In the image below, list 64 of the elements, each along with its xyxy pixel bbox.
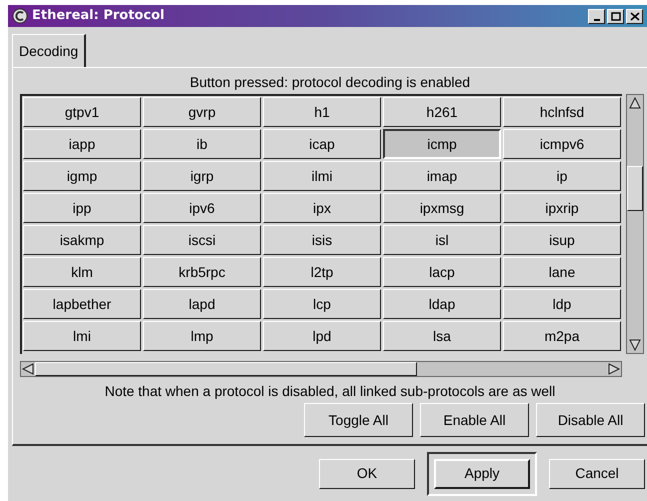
scroll-down-icon[interactable] [627, 337, 643, 353]
protocol-toggle[interactable]: gvrp [143, 97, 261, 127]
protocol-toggle[interactable]: gtpv1 [23, 97, 141, 127]
protocol-toggle[interactable]: lpd [263, 321, 381, 351]
protocol-toggle[interactable]: lmi [23, 321, 141, 351]
horizontal-scrollbar[interactable] [20, 361, 622, 377]
protocol-toggle[interactable]: igrp [143, 161, 261, 191]
protocol-toggle[interactable]: icmpv6 [503, 129, 621, 159]
scroll-thumb[interactable] [627, 166, 643, 211]
maximize-button[interactable] [607, 8, 624, 24]
protocol-toggle[interactable]: iapp [23, 129, 141, 159]
note-text: Note that when a protocol is disabled, all linked sub-protocols are as well [104, 382, 556, 400]
hint-text: Button pressed: protocol decoding is enabled [188, 73, 472, 91]
minimize-icon [594, 18, 600, 20]
protocol-toggle[interactable]: lcp [263, 289, 381, 319]
protocol-toggle[interactable]: imap [383, 161, 501, 191]
tab[interactable]: Decoding [12, 34, 86, 67]
protocol-toggle[interactable]: ib [143, 129, 261, 159]
protocol-toggle[interactable]: isl [383, 225, 501, 255]
close-icon [630, 12, 640, 20]
protocol-toggle[interactable]: lapbether [23, 289, 141, 319]
action-button[interactable]: Enable All [420, 403, 529, 437]
protocol-toggle[interactable]: ldap [383, 289, 501, 319]
protocol-toggle[interactable]: krb5rpc [143, 257, 261, 287]
scroll-up-icon[interactable] [627, 95, 643, 111]
action-button[interactable]: Disable All [536, 403, 645, 437]
scroll-left-icon[interactable] [21, 362, 35, 376]
protocol-toggle[interactable]: lane [503, 257, 621, 287]
dialog-button[interactable]: Apply [434, 458, 530, 488]
protocol-toggle[interactable]: lacp [383, 257, 501, 287]
protocol-toggle[interactable]: h1 [263, 97, 381, 127]
protocol-toggle[interactable]: icmp [383, 129, 501, 159]
close-button[interactable] [626, 8, 643, 24]
protocol-toggle[interactable]: ipxrip [503, 193, 621, 223]
protocol-toggle[interactable]: icap [263, 129, 381, 159]
protocol-toggle[interactable]: lapd [143, 289, 261, 319]
app-logo-icon [12, 8, 28, 24]
protocol-toggle[interactable]: isup [503, 225, 621, 255]
action-button[interactable]: Toggle All [304, 403, 413, 437]
scroll-right-icon[interactable] [607, 362, 621, 376]
protocol-toggle[interactable]: ipx [263, 193, 381, 223]
protocol-toggle[interactable]: ipxmsg [383, 193, 501, 223]
protocol-toggle[interactable]: klm [23, 257, 141, 287]
protocol-toggle[interactable]: l2tp [263, 257, 381, 287]
protocol-toggle[interactable]: isakmp [23, 225, 141, 255]
dialog-button[interactable]: Cancel [549, 458, 645, 488]
protocol-toggle[interactable]: ldp [503, 289, 621, 319]
protocol-toggle[interactable]: m2pa [503, 321, 621, 351]
protocol-toggle[interactable]: hclnfsd [503, 97, 621, 127]
minimize-button[interactable] [588, 8, 605, 24]
protocol-toggle[interactable]: ipp [23, 193, 141, 223]
protocol-toggle[interactable]: lsa [383, 321, 501, 351]
protocol-toggle[interactable]: ip [503, 161, 621, 191]
protocol-toggle[interactable]: isis [263, 225, 381, 255]
protocol-toggle[interactable]: h261 [383, 97, 501, 127]
dialog-button[interactable]: OK [319, 458, 415, 488]
window-title: Ethereal: Protocol [32, 7, 164, 26]
protocol-toggle[interactable]: ipv6 [143, 193, 261, 223]
protocol-toggle[interactable]: igmp [23, 161, 141, 191]
protocol-toggle[interactable]: lmp [143, 321, 261, 351]
maximize-icon [610, 12, 620, 20]
protocol-toggle[interactable]: ilmi [263, 161, 381, 191]
vertical-scrollbar[interactable] [626, 94, 644, 354]
protocol-toggle[interactable]: iscsi [143, 225, 261, 255]
